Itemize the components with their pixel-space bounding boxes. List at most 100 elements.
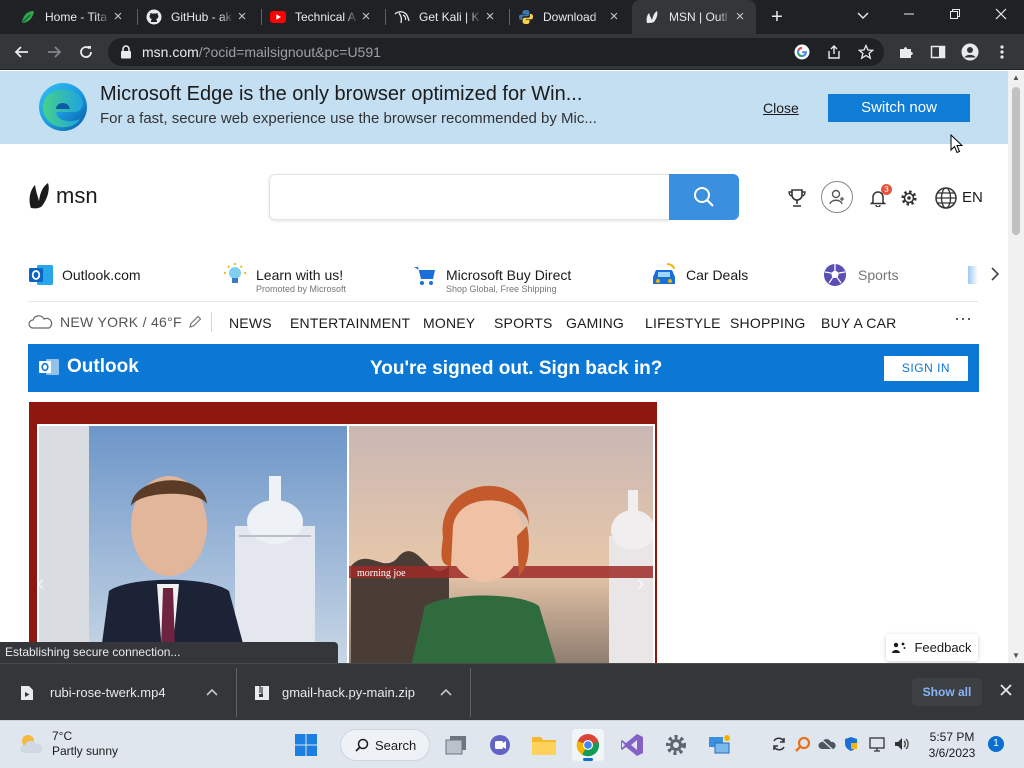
teams-chat-button[interactable] bbox=[484, 729, 516, 761]
show-all-downloads-button[interactable]: Show all bbox=[912, 678, 982, 706]
browser-tab-active[interactable]: MSN | Outl × bbox=[632, 0, 756, 34]
forward-button[interactable] bbox=[42, 40, 66, 64]
signed-out-message: You're signed out. Sign back in? bbox=[370, 358, 663, 379]
star-icon[interactable] bbox=[857, 43, 875, 65]
quick-link-learn[interactable]: Learn with us! Promoted by Microsoft bbox=[222, 262, 346, 295]
extensions-button[interactable] bbox=[894, 40, 918, 64]
browser-tab[interactable]: Get Kali | K × bbox=[382, 0, 506, 34]
more-icon[interactable]: ··· bbox=[954, 308, 972, 329]
nav-money[interactable]: MONEY bbox=[423, 315, 475, 331]
file-explorer-button[interactable] bbox=[528, 729, 560, 761]
banner-close-link[interactable]: Close bbox=[763, 100, 799, 116]
msn-search-input[interactable] bbox=[269, 174, 669, 220]
weather-link[interactable]: NEW YORK / 46°F bbox=[28, 314, 202, 330]
close-icon[interactable]: × bbox=[482, 9, 498, 25]
close-icon[interactable]: × bbox=[358, 9, 374, 25]
browser-tab[interactable]: GitHub - ak × bbox=[134, 0, 258, 34]
nav-sports[interactable]: SPORTS bbox=[494, 315, 553, 331]
nav-news[interactable]: NEWS bbox=[229, 315, 272, 331]
language-button[interactable] bbox=[934, 186, 958, 210]
close-download-shelf-button[interactable] bbox=[996, 682, 1016, 702]
profile-button[interactable] bbox=[958, 40, 982, 64]
hero-video-card[interactable]: morning joe ‹ › bbox=[29, 402, 657, 664]
pencil-icon bbox=[189, 315, 202, 328]
volume-icon[interactable] bbox=[892, 735, 910, 753]
scrollbar-thumb[interactable] bbox=[1012, 87, 1020, 235]
quick-link-sports[interactable]: Sports bbox=[822, 262, 898, 288]
download-filename: rubi-rose-twerk.mp4 bbox=[50, 685, 166, 700]
quick-link-overflow-fade bbox=[968, 266, 978, 284]
nav-buy-a-car[interactable]: BUY A CAR bbox=[821, 315, 896, 331]
zip-file-icon bbox=[255, 685, 269, 700]
rewards-button[interactable] bbox=[785, 186, 809, 210]
nav-entertainment[interactable]: ENTERTAINMENT bbox=[290, 315, 410, 331]
side-panel-button[interactable] bbox=[926, 40, 950, 64]
security-shield-icon[interactable] bbox=[842, 735, 860, 753]
visual-studio-button[interactable] bbox=[616, 729, 648, 761]
quick-link-outlook[interactable]: Outlook.com bbox=[28, 262, 141, 288]
browser-tab[interactable]: Download × bbox=[506, 0, 630, 34]
outlook-icon bbox=[29, 265, 53, 285]
onedrive-icon[interactable] bbox=[818, 735, 836, 753]
carousel-prev-icon[interactable]: ‹ bbox=[37, 570, 44, 596]
google-icon[interactable] bbox=[794, 44, 810, 65]
chrome-taskbar-button[interactable] bbox=[572, 729, 604, 761]
nav-divider bbox=[211, 312, 212, 332]
display-icon[interactable] bbox=[868, 735, 886, 753]
taskbar-clock[interactable]: 5:57 PM 3/6/2023 bbox=[920, 729, 984, 761]
quick-link-buy-direct[interactable]: Microsoft Buy Direct Shop Global, Free Sh… bbox=[412, 262, 571, 295]
sync-icon[interactable] bbox=[770, 735, 788, 753]
close-icon[interactable]: × bbox=[732, 9, 748, 25]
msn-logo-text: msn bbox=[56, 183, 98, 208]
share-icon[interactable] bbox=[826, 44, 842, 65]
sign-in-avatar-button[interactable] bbox=[821, 181, 853, 213]
msn-search-button[interactable] bbox=[669, 174, 739, 220]
chevron-up-icon[interactable] bbox=[206, 687, 218, 699]
arrow-right-icon bbox=[48, 46, 62, 58]
switch-now-button[interactable]: Switch now bbox=[828, 94, 970, 122]
settings-taskbar-button[interactable] bbox=[660, 729, 692, 761]
browser-tab[interactable]: Home - Tita × bbox=[8, 0, 134, 34]
nav-lifestyle[interactable]: LIFESTYLE bbox=[645, 315, 721, 331]
reload-button[interactable] bbox=[74, 40, 98, 64]
nav-shopping[interactable]: SHOPPING bbox=[730, 315, 806, 331]
download-item[interactable]: gmail-hack.py-main.zip bbox=[254, 664, 464, 721]
restore-button[interactable] bbox=[932, 0, 978, 30]
browser-tab[interactable]: Technical A × bbox=[258, 0, 382, 34]
notifications-button[interactable]: 3 bbox=[866, 184, 892, 210]
close-window-button[interactable] bbox=[978, 0, 1024, 30]
settings-button[interactable] bbox=[897, 186, 921, 210]
back-button[interactable] bbox=[10, 40, 34, 64]
scroll-up-arrow-icon[interactable]: ▲ bbox=[1008, 71, 1024, 85]
msn-logo[interactable]: msn bbox=[28, 182, 98, 210]
control-panel-button[interactable] bbox=[704, 729, 736, 761]
lock-icon[interactable] bbox=[120, 45, 132, 64]
carousel-next-icon[interactable]: › bbox=[637, 570, 644, 596]
taskbar-weather-widget[interactable]: 7°C Partly sunny bbox=[18, 729, 118, 759]
sign-in-button[interactable]: SIGN IN bbox=[884, 356, 968, 381]
scroll-down-arrow-icon[interactable]: ▼ bbox=[1008, 649, 1024, 663]
chevron-right-icon[interactable] bbox=[990, 266, 1000, 287]
close-icon[interactable]: × bbox=[606, 9, 622, 25]
feedback-button[interactable]: Feedback bbox=[886, 634, 978, 661]
close-icon[interactable]: × bbox=[234, 9, 250, 25]
task-view-button[interactable] bbox=[440, 729, 472, 761]
notification-center-badge[interactable]: 1 bbox=[988, 736, 1004, 752]
download-item[interactable]: rubi-rose-twerk.mp4 bbox=[20, 664, 230, 721]
language-label[interactable]: EN bbox=[962, 189, 983, 206]
close-icon[interactable]: × bbox=[110, 9, 126, 25]
page-scrollbar[interactable]: ▲ ▼ bbox=[1008, 71, 1024, 663]
tab-search-button[interactable] bbox=[840, 0, 886, 30]
chevron-up-icon[interactable] bbox=[440, 687, 452, 699]
menu-button[interactable] bbox=[990, 40, 1014, 64]
taskbar-search-button[interactable]: Search bbox=[340, 729, 430, 761]
nav-gaming[interactable]: GAMING bbox=[566, 315, 624, 331]
app-tray-icon[interactable] bbox=[794, 735, 812, 753]
quick-link-label: Outlook.com bbox=[62, 267, 141, 283]
start-button[interactable] bbox=[290, 729, 322, 761]
new-tab-button[interactable]: + bbox=[766, 6, 788, 28]
minimize-button[interactable] bbox=[886, 0, 932, 30]
quick-link-car-deals[interactable]: Car Deals bbox=[650, 262, 748, 288]
visual-studio-icon bbox=[621, 734, 643, 756]
address-bar[interactable]: msn.com/?ocid=mailsignout&pc=U591 bbox=[108, 38, 884, 66]
